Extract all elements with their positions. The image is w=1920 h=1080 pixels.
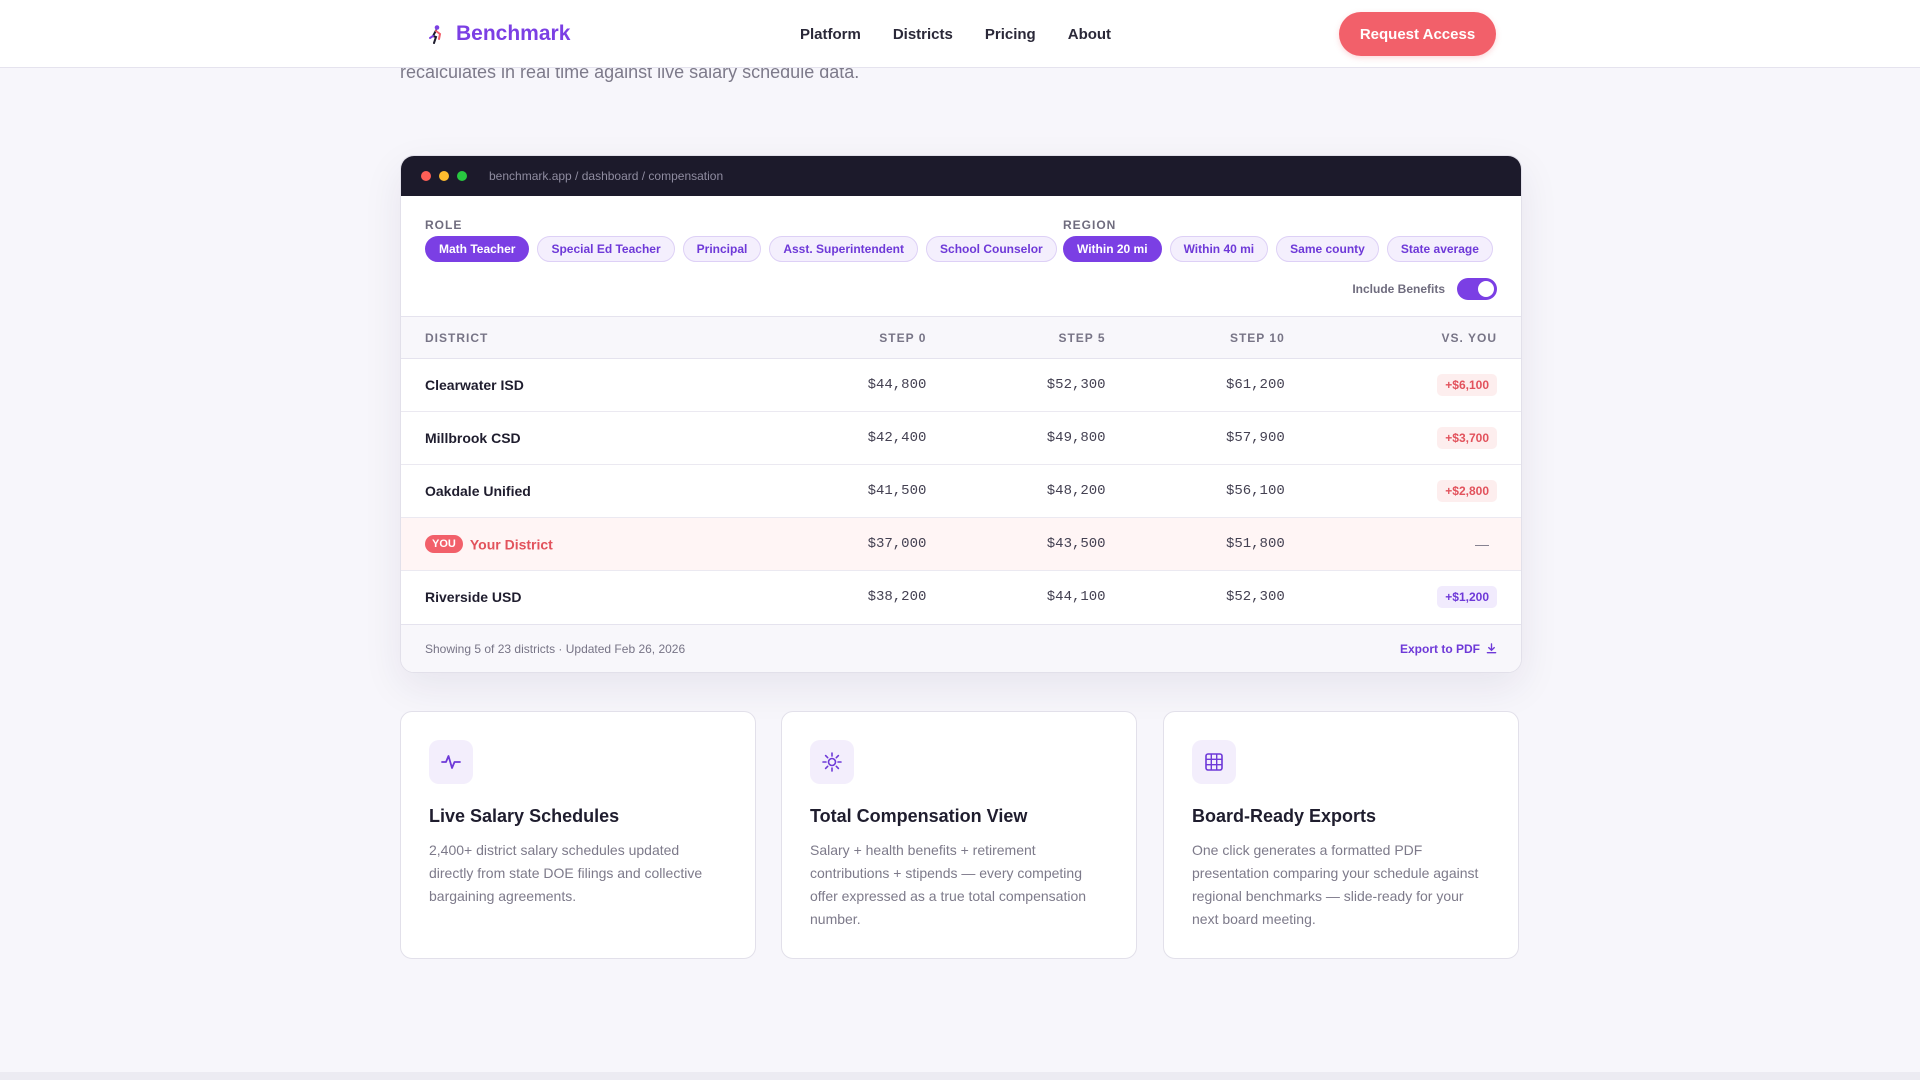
step-10-value: $52,300 (1225, 589, 1285, 606)
district-name: Clearwater ISD (425, 377, 524, 393)
step-5-value: $48,200 (1046, 483, 1106, 499)
step-5-value: $43,500 (1046, 536, 1106, 552)
region-chip-same-county[interactable]: Same county (1276, 236, 1379, 262)
vs-you-badge: +$6,100 (1437, 374, 1497, 396)
nav-link-pricing[interactable]: Pricing (985, 26, 1036, 43)
window-url: benchmark.app / dashboard / compensation (489, 169, 724, 183)
header-vs-you[interactable]: VS. YOU (1285, 316, 1521, 359)
pulse-icon (429, 740, 473, 784)
role-chip-asst-superintendent[interactable]: Asst. Superintendent (769, 236, 919, 262)
table-row[interactable]: Millbrook CSD $42,400 $49,800 $57,900 +$… (401, 412, 1521, 465)
feature-card-board-exports: Board-Ready Exports One click generates … (1163, 711, 1519, 959)
feature-title: Board-Ready Exports (1192, 806, 1377, 826)
step-5-value: $52,300 (1046, 377, 1106, 393)
district-name: Riverside USD (425, 589, 522, 606)
role-chips: Math Teacher Special Ed Teacher Principa… (425, 236, 1057, 262)
role-chip-school-counselor[interactable]: School Counselor (926, 236, 1057, 262)
benefits-toggle-label: Include Benefits (1352, 282, 1445, 296)
maximize-dot-icon (457, 171, 467, 181)
feature-title: Total Compensation View (810, 806, 1028, 826)
district-name: Oakdale Unified (425, 483, 531, 499)
filter-panel: ROLE Math Teacher Special Ed Teacher Pri… (401, 196, 1521, 316)
table-row[interactable]: Clearwater ISD $44,800 $52,300 $61,200 +… (401, 359, 1521, 412)
header-step-10[interactable]: STEP 10 (1106, 316, 1286, 359)
page-bottom-strip (0, 1072, 1920, 1080)
role-chip-math-teacher[interactable]: Math Teacher (425, 236, 530, 262)
table-header-row: DISTRICT STEP 0 STEP 5 STEP 10 VS. YOU (401, 316, 1521, 359)
vs-you-badge: +$1,200 (1437, 586, 1497, 609)
step-10-value: $56,100 (1225, 483, 1285, 499)
vs-you-badge: +$3,700 (1437, 427, 1497, 449)
feature-text: One click generates a formatted PDF pres… (1192, 842, 1479, 927)
window-titlebar: benchmark.app / dashboard / compensation (401, 156, 1521, 196)
minimize-dot-icon (439, 171, 449, 181)
table-footer: Showing 5 of 23 districts · Updated Feb … (401, 624, 1521, 672)
header-district[interactable]: DISTRICT (401, 316, 771, 359)
nav-links: Platform Districts Pricing About (800, 0, 1111, 68)
region-chip-state-average[interactable]: State average (1386, 236, 1493, 262)
step-5-value: $49,800 (1046, 430, 1106, 446)
feature-text: Salary + health benefits + retirement co… (810, 842, 1087, 927)
step-0-value: $42,400 (867, 430, 927, 446)
step-10-value: $57,900 (1225, 430, 1285, 446)
request-access-button[interactable]: Request Access (1339, 12, 1496, 56)
vs-you-badge: — (1475, 536, 1489, 552)
sun-icon (810, 740, 854, 784)
table-footer-note: Showing 5 of 23 districts · Updated Feb … (425, 641, 686, 656)
region-chips: Within 20 mi Within 40 mi Same county St… (1063, 236, 1493, 262)
step-0-value: $37,000 (867, 536, 927, 552)
export-pdf-label: Export to PDF (1400, 641, 1480, 656)
region-label: REGION (1063, 218, 1117, 232)
header-step-5[interactable]: STEP 5 (927, 316, 1107, 359)
compensation-table: DISTRICT STEP 0 STEP 5 STEP 10 VS. YOU C… (401, 316, 1521, 624)
step-10-value: $61,200 (1225, 377, 1285, 393)
step-0-value: $38,200 (867, 589, 927, 606)
download-icon (1486, 643, 1497, 654)
region-chip-within-40[interactable]: Within 40 mi (1169, 236, 1269, 262)
role-chip-special-ed-teacher[interactable]: Special Ed Teacher (537, 236, 675, 262)
you-badge: YOU (425, 535, 463, 554)
toggle-knob (1478, 281, 1494, 297)
district-name: Millbrook CSD (425, 430, 521, 446)
close-dot-icon (421, 171, 431, 181)
runner-icon (429, 25, 442, 44)
feature-title: Live Salary Schedules (429, 806, 620, 826)
step-0-value: $41,500 (867, 483, 927, 499)
step-0-value: $44,800 (867, 377, 927, 393)
feature-card-live-salary: Live Salary Schedules 2,400+ district sa… (400, 711, 756, 959)
step-10-value: $51,800 (1225, 536, 1285, 552)
brand-name: Benchmark (456, 22, 571, 45)
region-chip-within-20[interactable]: Within 20 mi (1063, 236, 1162, 262)
vs-you-badge: +$2,800 (1437, 480, 1497, 502)
dashboard-window: benchmark.app / dashboard / compensation… (400, 155, 1522, 673)
brand-logo[interactable]: Benchmark (426, 0, 570, 68)
nav-link-about[interactable]: About (1068, 26, 1111, 43)
table-row[interactable]: Riverside USD $38,200 $44,100 $52,300 +$… (401, 571, 1521, 624)
role-label: ROLE (425, 218, 463, 232)
export-pdf-link[interactable]: Export to PDF (1400, 642, 1497, 656)
benefits-toggle[interactable] (1457, 278, 1497, 300)
grid-icon (1192, 740, 1236, 784)
nav-link-districts[interactable]: Districts (893, 26, 953, 43)
district-name: Your District (469, 536, 553, 553)
table-row[interactable]: Oakdale Unified $41,500 $48,200 $56,100 … (401, 465, 1521, 518)
feature-card-total-comp: Total Compensation View Salary + health … (781, 711, 1137, 959)
top-nav: Benchmark Platform Districts Pricing Abo… (0, 0, 1920, 68)
benefits-toggle-group: Include Benefits (1352, 278, 1497, 300)
feature-text: 2,400+ district salary schedules updated… (429, 842, 703, 904)
table-row-your-district[interactable]: YOU Your District $37,000 $43,500 $51,800… (401, 517, 1521, 571)
header-step-0[interactable]: STEP 0 (770, 316, 928, 359)
role-chip-principal[interactable]: Principal (682, 236, 762, 262)
nav-link-platform[interactable]: Platform (800, 26, 861, 43)
step-5-value: $44,100 (1046, 589, 1106, 606)
